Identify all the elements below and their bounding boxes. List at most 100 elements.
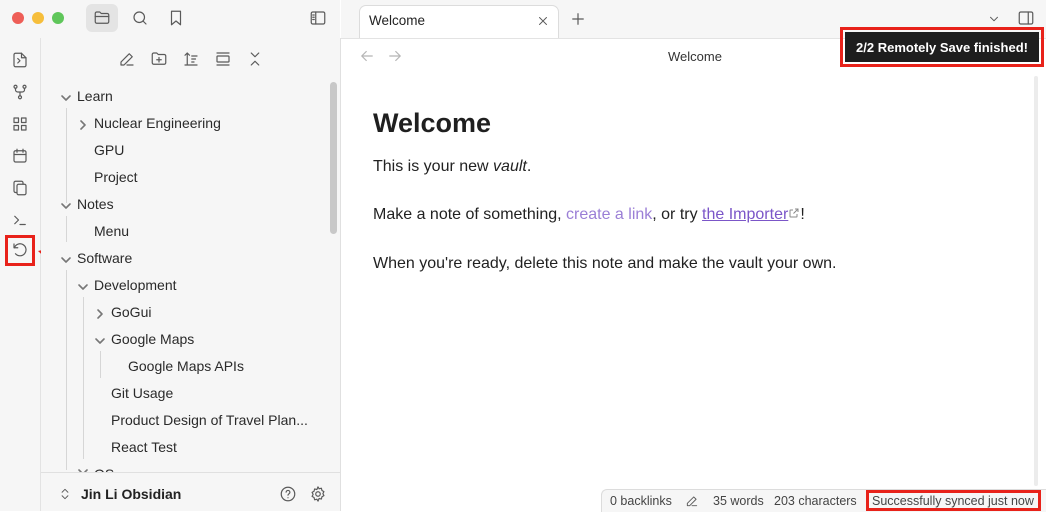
arrow-right-icon [389,50,401,62]
new-folder-button[interactable] [148,48,170,70]
sidebar-toggle-icon [310,11,326,25]
editing-mode-button[interactable] [684,493,700,509]
chevrons-collapse-icon [250,52,260,66]
chevron-down-icon [94,334,106,346]
chevron-right-icon [94,307,106,319]
tree-file-git-usage[interactable]: Git Usage [111,383,173,403]
copy-icon [13,180,27,196]
sidebar-toggle-icon [1018,11,1034,25]
tree-item-label: GPU [94,142,125,158]
back-button[interactable] [358,47,376,65]
tree-file-menu[interactable]: Menu [94,221,129,241]
folder-icon [94,11,110,24]
settings-button[interactable] [308,484,328,504]
help-button[interactable] [278,484,298,504]
note-paragraph: When you're ready, delete this note and … [373,255,837,272]
divider [41,472,340,473]
minimize-window-button[interactable] [32,12,44,24]
tree-folder-gogui[interactable]: GoGui [111,302,151,322]
backlinks-count[interactable]: 0 backlinks [610,494,672,508]
open-graph-view-button[interactable] [8,80,32,104]
tab-label: Welcome [369,13,426,28]
note-paragraph: Make a note of something, create a link,… [373,206,805,223]
layout-grid-icon [13,117,27,131]
chevron-down-icon [77,280,89,292]
chevrons-up-down-icon [61,488,69,500]
tree-folder-os[interactable]: OS [94,464,114,472]
maximize-window-button[interactable] [52,12,64,24]
ribbon [0,38,41,511]
sort-icon [184,52,198,66]
tree-file-product-design[interactable]: Product Design of Travel Plan... [111,410,308,430]
chevron-right-icon [77,118,89,130]
chevron-down-icon [60,91,72,103]
auto-reveal-file-button[interactable] [212,48,234,70]
tree-file-react-test[interactable]: React Test [111,437,177,457]
plus-icon [572,13,584,25]
calendar-icon [13,148,27,163]
pencil-icon [686,496,698,507]
tree-guide [66,270,67,470]
tree-file-project[interactable]: Project [94,167,138,187]
insert-template-button[interactable] [8,176,32,200]
tab-welcome[interactable]: Welcome [359,5,559,38]
view-header-title[interactable]: Welcome [650,49,740,64]
vault-switcher-button[interactable] [58,486,72,502]
chevron-down-icon [60,199,72,211]
open-quick-switcher-button[interactable] [8,48,32,72]
vault-name[interactable]: Jin Li Obsidian [81,486,181,502]
git-fork-icon [13,84,27,100]
tree-guide [83,297,84,459]
close-tab-button[interactable] [534,12,552,30]
tree-folder-nuclear-engineering[interactable]: Nuclear Engineering [94,113,221,133]
tree-folder-google-maps[interactable]: Google Maps [111,329,194,349]
open-canvas-button[interactable] [8,112,32,136]
tree-item-label: Software [77,250,133,266]
tree-folder-development[interactable]: Development [94,275,177,295]
change-sort-order-button[interactable] [180,48,202,70]
sidebar-scrollbar[interactable] [330,82,337,234]
folder-plus-icon [151,52,167,65]
tree-folder-learn[interactable]: Learn [77,86,113,106]
external-link[interactable]: the Importer [702,206,788,223]
file-explorer-pane [41,38,341,511]
word-count: 35 words [713,494,764,508]
tree-folder-software[interactable]: Software [77,248,132,268]
new-note-button[interactable] [116,48,138,70]
tree-item-label: Project [94,169,138,185]
tree-guide [66,216,67,242]
file-explorer-tab-button[interactable] [86,4,118,32]
internal-link[interactable]: create a link [566,206,652,223]
bookmarks-tab-button[interactable] [162,4,190,32]
tree-folder-notes[interactable]: Notes [77,194,114,214]
tree-item-label: Product Design of Travel Plan... [111,412,308,428]
file-switch-icon [13,52,27,68]
tree-guide [100,351,101,378]
gallery-icon [216,52,230,66]
editor-scrollbar[interactable] [1034,76,1038,486]
search-tab-button[interactable] [126,4,154,32]
tree-item-label: GoGui [111,304,152,320]
open-command-palette-button[interactable] [8,208,32,232]
tree-item-label: Git Usage [111,385,174,401]
close-icon [539,17,547,25]
tree-item-label: Menu [94,223,130,239]
new-tab-button[interactable] [566,8,590,30]
tree-item-label: Google Maps [111,331,195,347]
highlight-box-sync-status [866,490,1041,511]
close-window-button[interactable] [12,12,24,24]
edit-icon [120,53,134,66]
terminal-icon [14,215,26,226]
tree-item-label: Nuclear Engineering [94,115,221,131]
external-link-icon [789,208,799,218]
help-icon [280,486,296,502]
open-daily-note-button[interactable] [8,144,32,168]
highlight-box-notice [840,27,1044,67]
forward-button[interactable] [386,47,404,65]
collapse-left-sidebar-button[interactable] [304,4,332,32]
collapse-all-button[interactable] [244,48,266,70]
tree-guide [66,108,67,203]
tree-file-gpu[interactable]: GPU [94,140,124,160]
tree-file-google-maps-apis[interactable]: Google Maps APIs [128,356,244,376]
gear-icon [311,486,325,502]
